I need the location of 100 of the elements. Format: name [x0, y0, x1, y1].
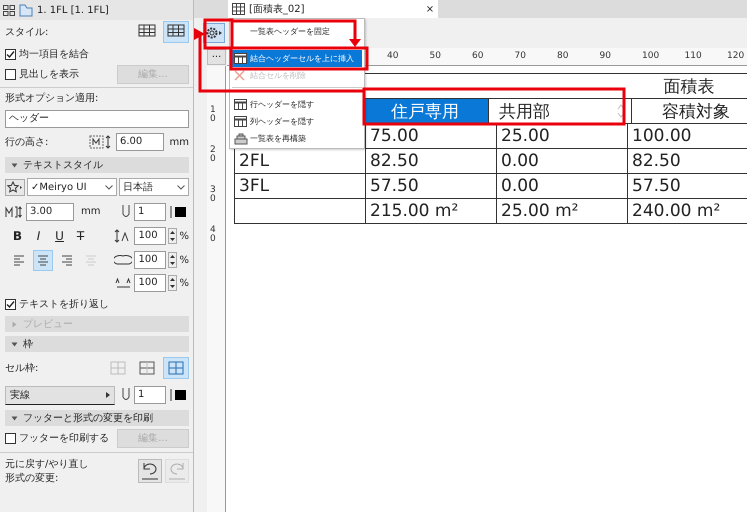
checkbox[interactable]: [5, 68, 16, 80]
text-style-button[interactable]: I: [30, 229, 47, 243]
pen-color-icon[interactable]: [169, 204, 189, 220]
checkbox-label: テキストを折り返し: [19, 298, 109, 311]
text-style-button[interactable]: B: [9, 229, 26, 243]
document-tab[interactable]: [面積表_02] ×: [228, 0, 438, 18]
menu-item[interactable]: 結合ヘッダーセルを上に挿入: [232, 50, 362, 67]
text-style-button[interactable]: T: [72, 229, 89, 243]
table-cell: 75.00: [366, 124, 497, 149]
table-cell: 0.00: [497, 149, 628, 174]
header-row-icon: [234, 116, 247, 127]
input-field[interactable]: 3.00: [26, 202, 74, 220]
text-style-button[interactable]: U: [51, 229, 68, 243]
table-cell: 25.00 m²: [497, 199, 628, 224]
section-header[interactable]: テキストスタイル: [5, 157, 189, 173]
spinner-icon[interactable]: [617, 103, 625, 119]
font-dropdown[interactable]: ✓Meiryo UI: [27, 178, 117, 196]
building-blocks-icon: [234, 132, 248, 144]
cell-border-icon: [138, 360, 156, 376]
expander-icon: [11, 320, 18, 328]
chevron-down-icon: [177, 184, 185, 190]
input-field[interactable]: 1: [134, 386, 166, 404]
ruler-label: 50: [430, 51, 441, 61]
line-type-dropdown[interactable]: 実線: [5, 386, 115, 404]
cross-icon: [234, 70, 245, 81]
text-align-button[interactable]: [33, 250, 53, 270]
more-button[interactable]: ...: [207, 49, 226, 65]
table-cell: 240.00 m²: [628, 199, 747, 224]
text-width-icon: [114, 253, 132, 267]
unit-label: %: [179, 230, 189, 242]
unit-label: mm: [81, 206, 100, 217]
field-label: 行の高さ:: [5, 136, 48, 149]
menu-item[interactable]: 行ヘッダーを隠す: [232, 96, 362, 113]
section-header[interactable]: 枠: [5, 336, 189, 352]
field-label: セル枠:: [5, 362, 38, 375]
text-size-icon: [5, 204, 23, 218]
pen-icon: [121, 204, 131, 220]
floor-plan-icon: [19, 4, 33, 16]
table-cell: 3FL: [235, 174, 366, 199]
ruler-label: 60: [472, 51, 484, 61]
checkbox-label: 見出しを表示: [19, 68, 79, 81]
ruler-label: 40: [387, 51, 398, 61]
align-center-icon: [35, 252, 51, 268]
checkbox[interactable]: [5, 48, 16, 60]
pen-color-icon[interactable]: [169, 387, 189, 403]
align-left-icon: [11, 252, 27, 268]
input-field[interactable]: 1: [134, 202, 166, 220]
align-justify-icon: [83, 252, 99, 268]
expander-icon: [11, 414, 18, 422]
table-cell: 100.00: [628, 124, 747, 149]
table-cell: 25.00: [497, 124, 628, 149]
ruler-label: 20: [210, 146, 217, 164]
cell-border-icon: [167, 360, 185, 376]
input-field[interactable]: 100: [134, 251, 166, 269]
unit-label: mm: [168, 136, 189, 148]
ruler-label: 80: [557, 51, 568, 61]
input-field[interactable]: ヘッダー: [5, 110, 189, 128]
table-cell: 215.00 m²: [366, 199, 497, 224]
grid-icon[interactable]: [3, 4, 15, 16]
spinner-icon[interactable]: [168, 228, 178, 244]
pen-icon: [121, 387, 131, 403]
expander-icon: [11, 340, 18, 348]
table-cell: 57.50: [628, 174, 747, 199]
checkbox[interactable]: [5, 432, 16, 444]
ruler-label: 70: [514, 51, 526, 61]
section-header[interactable]: フッターと形式の変更を印刷: [5, 410, 189, 426]
table-title: 面積表: [625, 74, 747, 99]
input-field[interactable]: 100: [134, 274, 166, 292]
checkbox-label: 均一項目を結合: [19, 48, 89, 61]
field-label: 形式オプション適用:: [5, 92, 98, 105]
table-icon: [232, 3, 245, 15]
table-style-option[interactable]: [163, 21, 189, 43]
table-cell: 57.50: [366, 174, 497, 199]
caret-icon: [106, 392, 110, 398]
cell-border-icon: [109, 360, 127, 376]
undo-icon[interactable]: [138, 459, 162, 483]
header-row-icon: [234, 53, 247, 64]
menu-item[interactable]: 一覧表を再構築: [232, 130, 362, 147]
char-spacing-icon: [114, 276, 132, 290]
menu-item[interactable]: 一覧表ヘッダーを固定: [232, 20, 362, 42]
expander-icon: [11, 162, 18, 168]
checkbox[interactable]: [5, 298, 16, 310]
input-field[interactable]: 100: [134, 227, 166, 245]
cell-border-option[interactable]: [163, 357, 189, 379]
header-cell[interactable]: 共用部: [489, 99, 632, 124]
checkbox-label: フッターを印刷する: [19, 432, 109, 445]
spinner-icon[interactable]: [168, 252, 178, 268]
input-field[interactable]: 6.00: [116, 133, 164, 151]
field-label: 形式の変更:: [5, 472, 60, 485]
field-label: スタイル:: [5, 26, 48, 39]
header-cell[interactable]: 容積対象: [632, 99, 747, 124]
language-dropdown[interactable]: 日本語: [119, 178, 189, 196]
menu-item[interactable]: 列ヘッダーを隠す: [232, 113, 362, 130]
table-cell: 0.00: [497, 174, 628, 199]
field-label: 元に戻す/やり直し: [5, 458, 88, 471]
header-row-icon: [234, 99, 247, 110]
close-button[interactable]: ×: [422, 4, 438, 14]
chevron-down-icon: [105, 184, 113, 190]
ruler-label: 120: [727, 51, 744, 61]
spinner-icon[interactable]: [168, 275, 178, 291]
